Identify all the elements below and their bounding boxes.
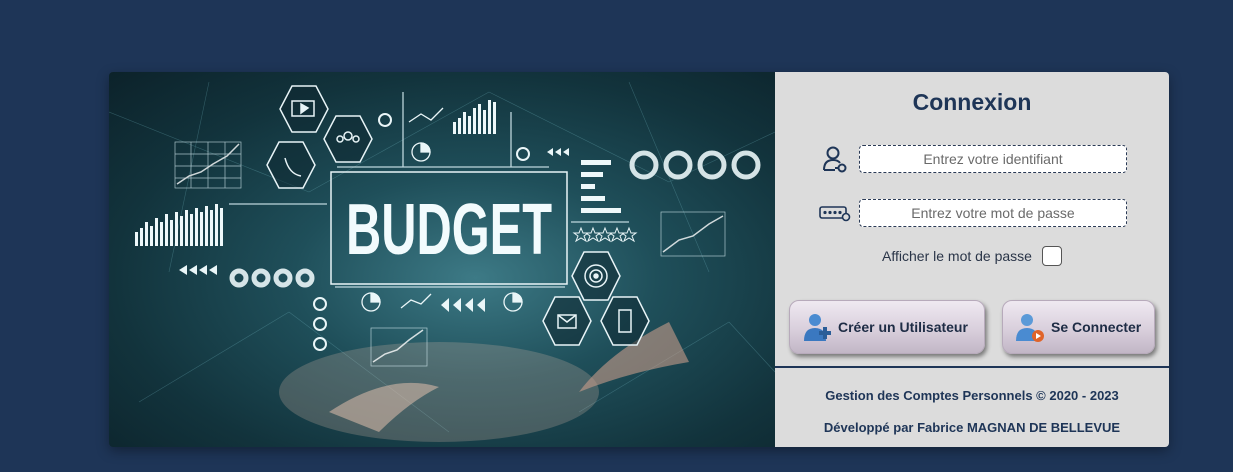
- budget-word: BUDGET: [346, 190, 552, 270]
- password-row: [775, 199, 1169, 227]
- login-panel: Connexion Entrez votre identifiant Affic…: [775, 72, 1169, 447]
- show-password-row: Afficher le mot de passe: [775, 246, 1169, 266]
- username-input[interactable]: [859, 145, 1127, 173]
- budget-illustration: BUDGET: [109, 81, 775, 442]
- show-password-checkbox[interactable]: [1041, 246, 1062, 266]
- password-dots-icon: [819, 199, 851, 227]
- budget-hero-image: BUDGET: [109, 72, 775, 447]
- user-login-icon: [1016, 314, 1044, 342]
- footer-developer: Développé par Fabrice MAGNAN DE BELLEVUE: [823, 420, 1121, 435]
- user-key-icon: [819, 145, 851, 173]
- login-card: BUDGET Connexion Entrez votre identifian…: [109, 72, 1169, 447]
- connect-button[interactable]: Se Connecter: [1002, 300, 1155, 354]
- add-user-icon: [804, 314, 831, 341]
- create-user-button[interactable]: Créer un Utilisateur: [789, 300, 985, 354]
- username-row: [775, 145, 1169, 173]
- password-input[interactable]: [859, 199, 1127, 227]
- show-password-label: Afficher le mot de passe: [882, 248, 1032, 264]
- create-user-label: Créer un Utilisateur: [838, 319, 968, 335]
- footer-copyright: Gestion des Comptes Personnels © 2020 - …: [825, 388, 1119, 403]
- footer-divider: [775, 366, 1169, 368]
- login-title: Connexion: [912, 89, 1032, 115]
- connect-label: Se Connecter: [1051, 319, 1142, 335]
